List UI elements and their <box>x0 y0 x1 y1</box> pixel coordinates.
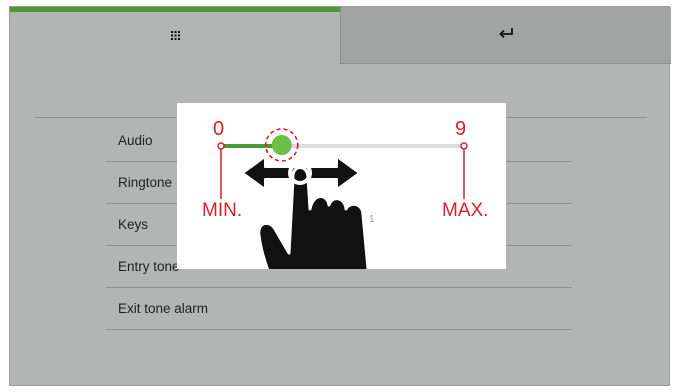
min-marker-dot <box>217 142 225 150</box>
list-item-label: Keys <box>118 217 149 232</box>
slider-max-value: 9 <box>455 118 467 140</box>
list-item-label: Exit tone alarm <box>118 301 209 316</box>
slider-instruction-overlay: 0 9 MIN. MAX. 1 <box>177 103 506 269</box>
max-marker-dot <box>460 142 468 150</box>
active-tab-indicator <box>10 7 340 12</box>
list-item-label: Audio <box>118 133 153 148</box>
grid-icon <box>170 27 180 45</box>
list-item-label: Ringtone <box>118 175 173 190</box>
max-label: MAX. <box>442 200 489 221</box>
obscured-text: 1 <box>369 214 375 225</box>
min-label: MIN. <box>202 200 243 221</box>
list-item-label: Entry tone <box>118 259 180 274</box>
list-item-exit-tone-alarm[interactable]: Exit tone alarm <box>106 288 572 330</box>
slider-min-value: 0 <box>213 118 225 140</box>
tab-back[interactable] <box>340 7 671 64</box>
return-arrow-icon <box>498 26 514 44</box>
tab-menu[interactable] <box>10 7 340 64</box>
slider-knob <box>271 135 292 155</box>
